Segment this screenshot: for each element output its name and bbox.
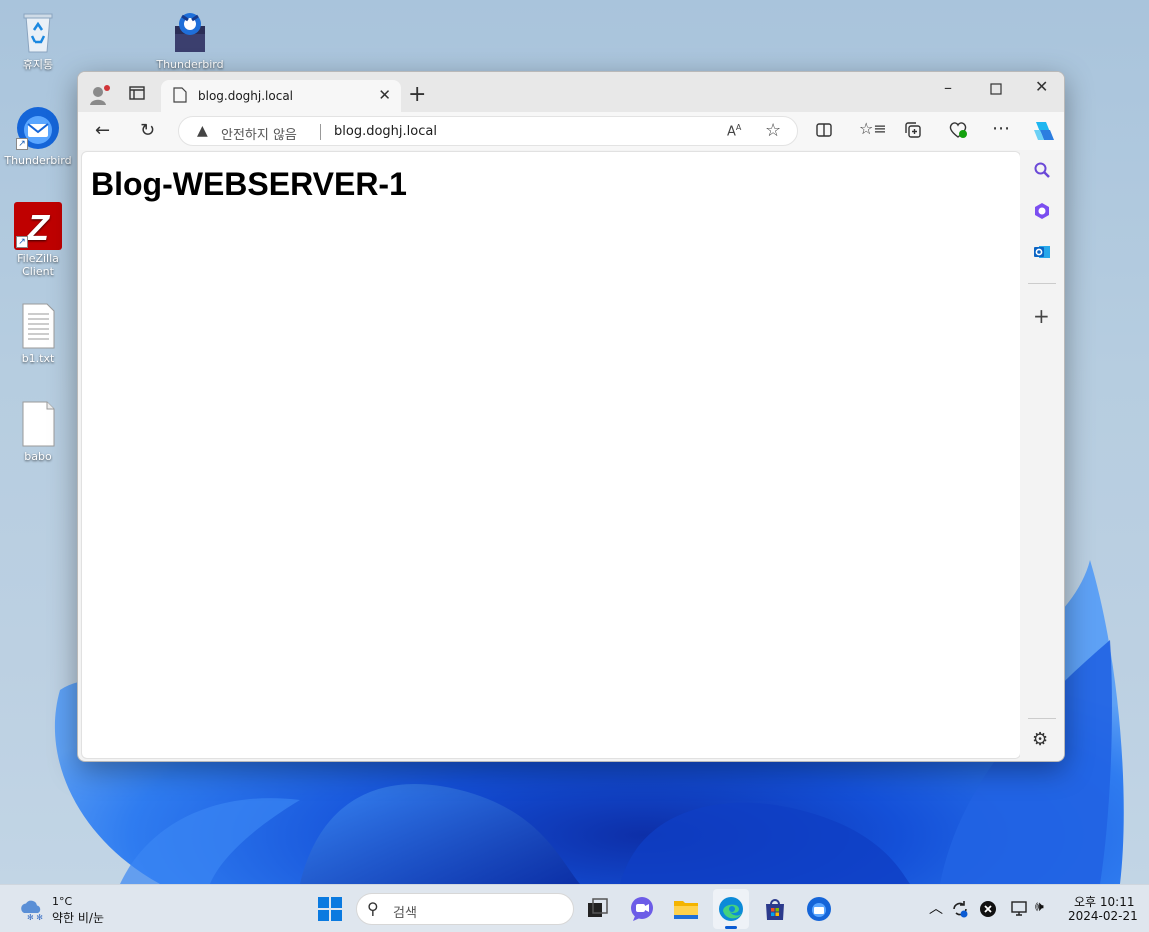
clock-time[interactable]: 오후 10:11: [1074, 893, 1134, 910]
outlook-icon[interactable]: [1033, 243, 1051, 265]
tab-blog-doghj[interactable]: blog.doghj.local ✕: [161, 80, 401, 112]
sidebar-divider-bottom: [1028, 718, 1056, 719]
b1-txt-desktop-icon[interactable]: b1.txt: [3, 302, 73, 365]
thunderbird-desktop-icon[interactable]: ↗ Thunderbird: [3, 104, 73, 167]
back-icon[interactable]: ←: [95, 120, 110, 141]
search-icon: ⚲: [367, 899, 379, 918]
active-indicator: [725, 926, 737, 929]
recycle-bin-desktop-icon[interactable]: 휴지통: [3, 8, 73, 71]
close-tab-icon[interactable]: ✕: [378, 86, 391, 104]
office-icon[interactable]: [1033, 202, 1051, 224]
error-status-icon[interactable]: [979, 900, 997, 922]
file-explorer-icon[interactable]: [673, 897, 699, 925]
desktop-icon-label: Thunderbird: [156, 58, 224, 71]
search-placeholder: 검색: [393, 906, 417, 921]
split-screen-icon[interactable]: [815, 121, 833, 143]
weather-temperature[interactable]: 1°C: [52, 895, 72, 908]
task-view-icon[interactable]: [586, 897, 610, 925]
read-aloud-icon[interactable]: AA: [727, 123, 741, 139]
shortcut-arrow-icon: ↗: [16, 236, 28, 248]
weather-icon[interactable]: ✻ ✻: [18, 897, 44, 925]
edge-icon: [718, 896, 744, 926]
warning-icon[interactable]: ▲: [197, 123, 208, 139]
web-page-content: Blog-WEBSERVER-1: [81, 151, 1021, 759]
desktop-icon-label: FileZilla Client: [17, 252, 59, 278]
svg-text:✻ ✻: ✻ ✻: [27, 913, 43, 921]
tab-actions-icon[interactable]: [128, 84, 146, 106]
filezilla-desktop-icon[interactable]: Z ↗ FileZilla Client: [3, 202, 73, 278]
address-separator: [320, 124, 321, 140]
sync-icon[interactable]: [950, 899, 970, 923]
volume-icon[interactable]: 🕪: [1035, 899, 1044, 915]
shortcut-arrow-icon: ↗: [16, 138, 28, 150]
page-icon: [173, 87, 187, 106]
weather-description[interactable]: 약한 비/눈: [52, 909, 104, 926]
edge-sidebar: + ⚙: [1020, 151, 1064, 761]
copilot-icon[interactable]: [1030, 118, 1056, 148]
thunderbird-installer-desktop-icon[interactable]: Thunderbird: [155, 8, 225, 71]
title-bar: blog.doghj.local ✕ + – ✕: [78, 72, 1064, 112]
favorite-star-icon[interactable]: ☆: [765, 120, 781, 141]
desktop-icon-label: 휴지통: [22, 58, 54, 71]
desktop-icon-label: b1.txt: [21, 352, 55, 365]
add-sidebar-app-icon[interactable]: +: [1033, 304, 1050, 328]
minimize-icon[interactable]: –: [944, 78, 952, 97]
babo-desktop-icon[interactable]: babo: [3, 400, 73, 463]
more-options-icon[interactable]: ⋯: [992, 118, 1010, 139]
svg-text:Z: Z: [26, 207, 51, 248]
edge-browser-window: blog.doghj.local ✕ + – ✕ ← ↻ ▲ 안전하지 않음 b…: [77, 71, 1065, 762]
clock-date[interactable]: 2024-02-21: [1068, 909, 1138, 923]
microsoft-store-icon[interactable]: [762, 896, 788, 926]
not-secure-label[interactable]: 안전하지 않음: [221, 124, 297, 143]
network-icon[interactable]: [1011, 900, 1029, 922]
page-heading: Blog-WEBSERVER-1: [91, 166, 407, 202]
address-bar[interactable]: ▲ 안전하지 않음 blog.doghj.local AA ☆: [178, 116, 798, 146]
thunderbird-taskbar-icon[interactable]: [806, 896, 832, 926]
favorites-icon[interactable]: ☆≡: [859, 119, 887, 138]
url-text[interactable]: blog.doghj.local: [334, 124, 437, 139]
collections-icon[interactable]: [904, 121, 922, 143]
start-button[interactable]: [318, 897, 342, 925]
thunderbird-package-icon: [166, 8, 214, 56]
desktop-icon-label: Thunderbird: [4, 154, 72, 167]
tab-title: blog.doghj.local: [198, 89, 294, 103]
search-sidebar-icon[interactable]: [1033, 161, 1051, 183]
show-hidden-icons-chevron-icon[interactable]: ︿: [929, 898, 943, 918]
maximize-icon[interactable]: [990, 80, 1002, 99]
recycle-bin-icon: [14, 8, 62, 56]
settings-gear-icon[interactable]: ⚙: [1032, 729, 1048, 750]
refresh-icon[interactable]: ↻: [140, 120, 155, 141]
desktop-icon-label: babo: [24, 450, 52, 463]
taskbar: ✻ ✻ 1°C 약한 비/눈 ⚲ 검색 ︿ 🕪 오후 10:11 2024-02…: [0, 884, 1149, 932]
edge-taskbar-button[interactable]: [713, 889, 749, 929]
new-tab-icon[interactable]: +: [408, 82, 426, 107]
close-window-icon[interactable]: ✕: [1035, 77, 1048, 96]
navigation-toolbar: ← ↻ ▲ 안전하지 않음 blog.doghj.local AA ☆ ☆≡ ⋯: [78, 112, 1064, 150]
blank-file-icon: [14, 400, 62, 448]
profile-icon[interactable]: [88, 84, 110, 110]
chat-icon[interactable]: [629, 896, 655, 926]
taskbar-search-box[interactable]: ⚲ 검색: [356, 893, 574, 925]
text-file-icon: [14, 302, 62, 350]
browser-essentials-icon[interactable]: [948, 121, 968, 143]
filezilla-icon: Z ↗: [14, 202, 62, 250]
sidebar-divider: [1028, 283, 1056, 284]
thunderbird-icon: ↗: [14, 104, 62, 152]
